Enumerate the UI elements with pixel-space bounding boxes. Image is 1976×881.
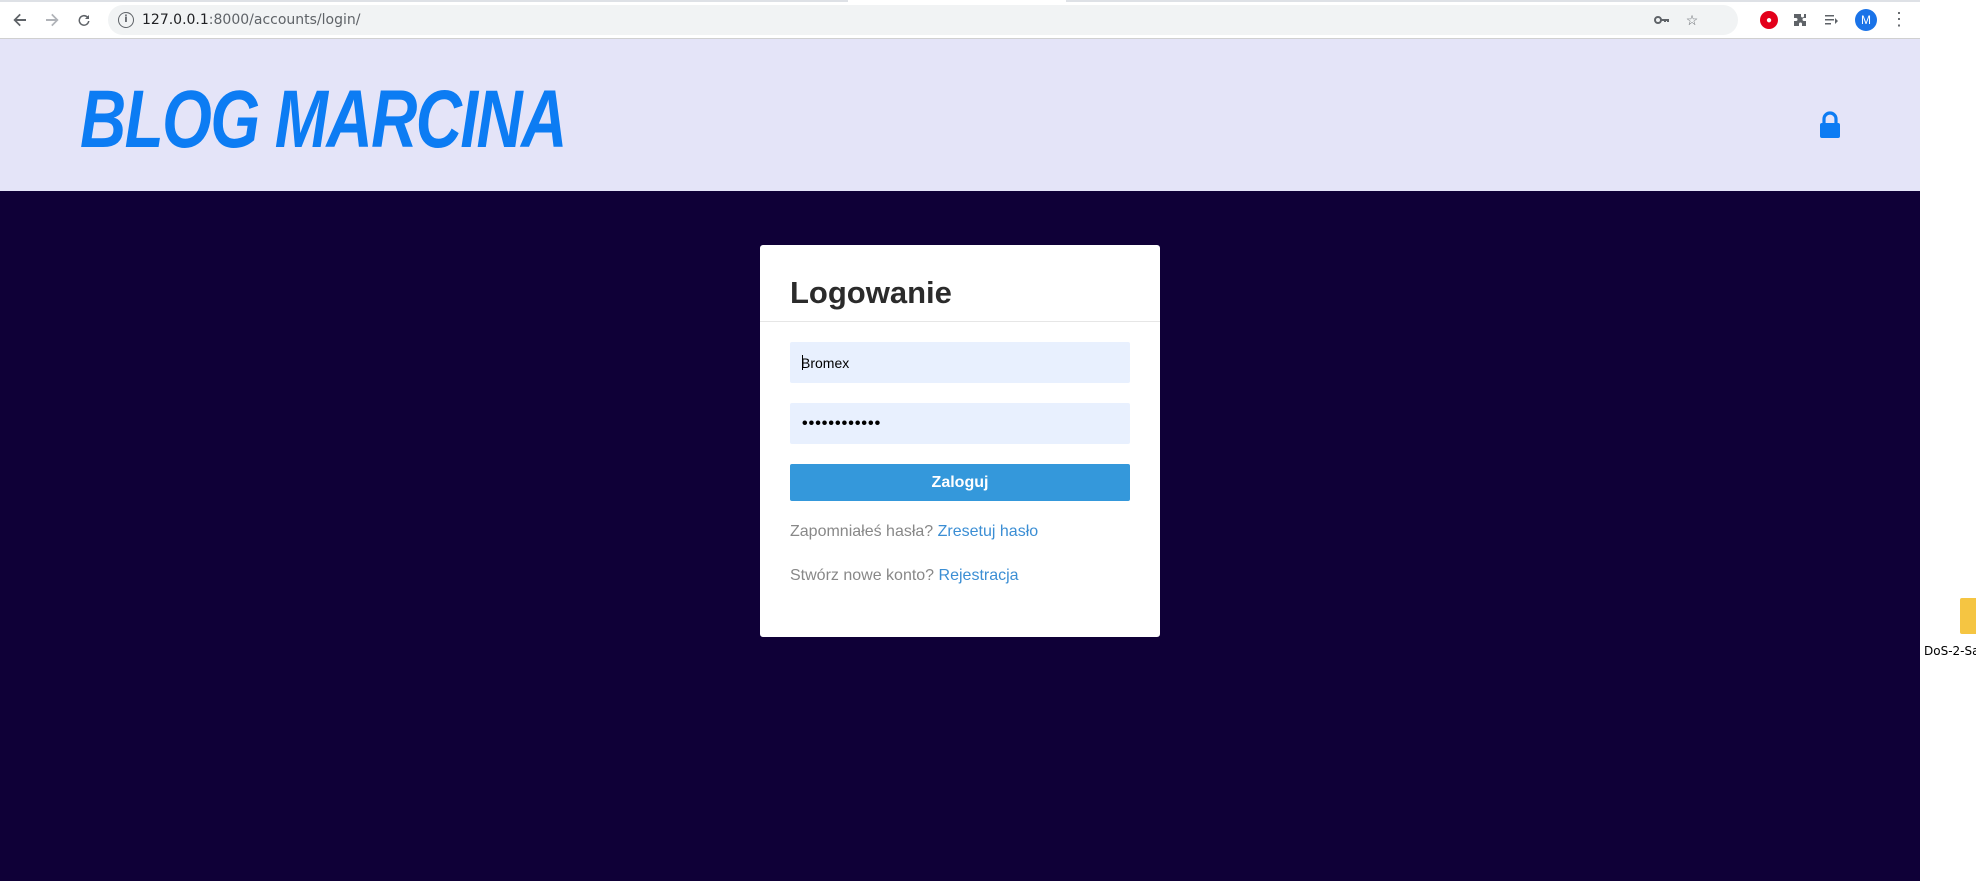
info-icon[interactable]: i — [118, 12, 134, 28]
tab-strip — [0, 0, 1920, 2]
puzzle-icon[interactable] — [1789, 9, 1811, 31]
address-bar[interactable]: i 127.0.0.1:8000/accounts/login/ ☆ — [108, 5, 1738, 35]
desktop-area — [1920, 0, 1976, 881]
key-icon[interactable] — [1653, 12, 1669, 28]
lock-icon[interactable] — [1818, 111, 1842, 139]
reading-list-icon[interactable] — [1820, 9, 1842, 31]
register-prefix: Stwórz nowe konto? — [790, 567, 935, 584]
star-icon[interactable]: ☆ — [1684, 12, 1700, 28]
reset-password-link[interactable]: Zresetuj hasło — [938, 523, 1039, 540]
login-title: Logowanie — [790, 275, 952, 310]
password-field[interactable]: •••••••••••• — [790, 403, 1130, 444]
browser-toolbar: i 127.0.0.1:8000/accounts/login/ ☆ ● M ⋮ — [0, 0, 1920, 39]
extension-red-icon[interactable]: ● — [1760, 11, 1778, 29]
menu-dots-icon[interactable]: ⋮ — [1890, 9, 1908, 31]
register-link[interactable]: Rejestracja — [939, 567, 1019, 584]
back-arrow-icon[interactable] — [8, 8, 32, 32]
reload-icon[interactable] — [72, 8, 96, 32]
profile-avatar[interactable]: M — [1855, 9, 1877, 31]
folder-icon[interactable] — [1960, 598, 1976, 634]
forward-arrow-icon[interactable] — [40, 8, 64, 32]
login-button[interactable]: Zaloguj — [790, 464, 1130, 501]
desktop-icon-label[interactable]: DoS-2-Sa — [1924, 644, 1976, 658]
browser-window: i 127.0.0.1:8000/accounts/login/ ☆ ● M ⋮… — [0, 0, 1920, 881]
register-line: Stwórz nowe konto? Rejestracja — [790, 567, 1019, 585]
login-card: Logowanie Bromex •••••••••••• Zaloguj Za… — [760, 245, 1160, 637]
url-text: 127.0.0.1:8000/accounts/login/ — [142, 12, 361, 28]
forgot-password-line: Zapomniałeś hasła? Zresetuj hasło — [790, 523, 1038, 541]
username-field[interactable]: Bromex — [790, 342, 1130, 383]
site-brand[interactable]: Blog Marcina — [80, 79, 567, 161]
divider — [760, 321, 1160, 322]
site-header: Blog Marcina — [0, 39, 1920, 191]
forgot-prefix: Zapomniałeś hasła? — [790, 523, 934, 540]
